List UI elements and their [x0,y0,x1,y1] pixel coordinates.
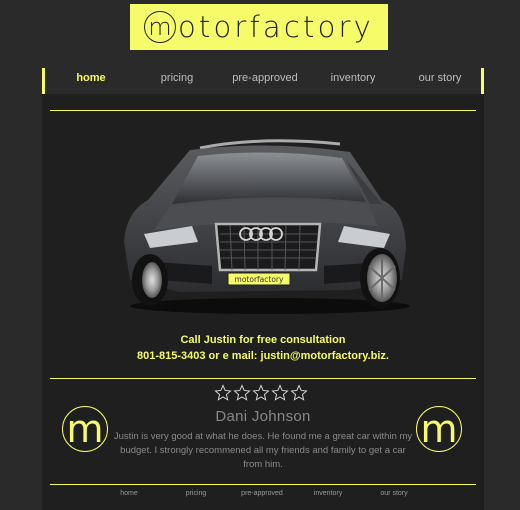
content-panel: motorfactory Call Justin for free consul… [42,94,484,510]
star-icon [214,384,232,401]
nav-item-our-story[interactable]: our story [419,72,462,84]
footer-nav: home pricing pre-approved inventory our … [42,490,484,504]
star-icon [271,384,289,401]
footer-link-home[interactable]: home [120,490,138,497]
footer-link-pricing[interactable]: pricing [186,490,207,497]
review-text: Justin is very good at what he does. He … [113,431,413,470]
page: m otorfactory home pricing pre-approved i… [0,0,520,510]
logo: m otorfactory [143,9,375,44]
divider-top [50,110,476,111]
rating-stars [214,384,308,402]
footer-link-our-story[interactable]: our story [380,490,407,497]
star-icon [233,384,251,401]
contact-callout: Call Justin for free consultation [180,334,346,346]
hero-car-image: motorfactory [124,139,410,314]
star-icon [252,384,270,401]
nav-item-pricing[interactable]: pricing [161,72,193,84]
nav-item-inventory[interactable]: inventory [331,72,376,84]
brand-badge-right: m [416,406,462,452]
footer-link-pre-approved[interactable]: pre-approved [241,490,283,497]
car-wheel-left-rim [142,262,162,298]
brand-badge-left: m [62,406,108,452]
nav-item-pre-approved[interactable]: pre-approved [232,72,297,84]
logo-banner[interactable]: m otorfactory [130,4,388,50]
star-icon [290,384,308,401]
logo-wordmark: otorfactory [177,9,375,44]
nav-item-home[interactable]: home [76,72,105,84]
logo-initial: m [143,11,176,43]
divider-bottom [50,484,476,485]
divider-middle [50,378,476,379]
main-nav: home pricing pre-approved inventory our … [42,68,484,94]
footer-link-inventory[interactable]: inventory [314,490,342,497]
car-windshield [172,152,366,204]
license-plate-text: motorfactory [235,275,284,284]
contact-details[interactable]: 801-815-3403 or e mail: justin@motorfact… [42,350,484,362]
